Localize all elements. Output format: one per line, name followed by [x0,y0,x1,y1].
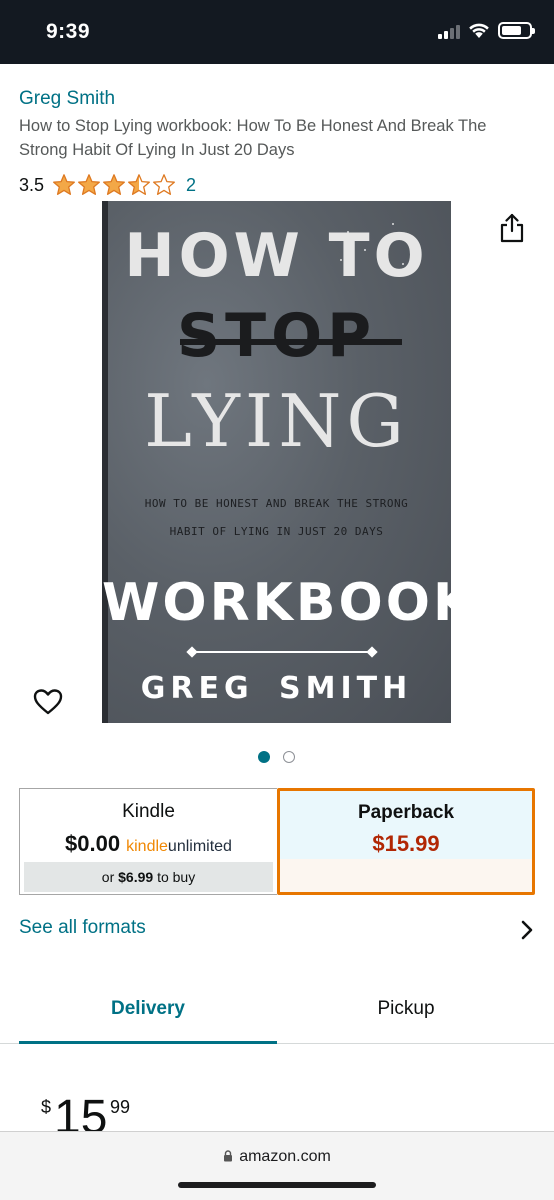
status-icons [438,22,535,39]
paperback-label: Paperback [357,802,455,823]
star-half-icon [128,174,150,195]
book-cover-image[interactable]: HOW TO STOP LYING HOW TO BE HONEST AND B… [102,201,451,723]
url-display[interactable]: amazon.com [0,1148,554,1166]
cover-subtitle-line2: HABIT OF LYING IN JUST 20 DAYS [169,525,384,538]
cover-subtitle-line1: HOW TO BE HONEST AND BREAK THE STRONG [144,497,409,510]
format-kindle[interactable]: Kindle $0.00 kindleunlimited or $6.99 to … [19,788,277,895]
author-link[interactable]: Greg Smith [19,88,115,110]
star-full-icon [103,174,125,195]
delivery-price: $ 15 99 [41,1093,241,1133]
tab-active-indicator [19,1041,277,1044]
paperback-price: $15.99 [372,831,440,856]
cover-title-line1: HOW TO [124,221,429,291]
cover-strikethrough [180,339,402,345]
rating-count-link[interactable]: 2 [186,175,196,196]
kindle-price-row: $0.00 kindleunlimited [20,831,277,857]
star-empty-icon [153,174,175,195]
kindle-buy-price: $6.99 [118,869,154,885]
carousel-dot[interactable] [283,751,295,763]
price-whole: 15 [54,1093,108,1133]
home-indicator[interactable] [178,1182,376,1188]
wifi-icon [469,23,489,38]
heart-icon[interactable] [33,688,63,716]
star-full-icon [78,174,100,195]
url-text: amazon.com [239,1148,331,1165]
cover-title-line2: STOP [176,301,377,371]
format-paperback[interactable]: Paperback $15.99 [277,788,535,895]
cover-divider [192,651,372,653]
chevron-right-icon[interactable] [519,919,535,941]
kindle-buy-strip[interactable]: or $6.99 to buy [24,862,273,892]
buy-suffix: to buy [157,869,196,885]
product-title: How to Stop Lying workbook: How To Be Ho… [19,117,487,159]
buy-prefix: or [101,869,115,885]
cover-author: GREG SMITH [140,671,413,706]
lock-icon [224,1150,233,1162]
see-all-formats-link[interactable]: See all formats [19,917,146,939]
star-full-icon [53,174,75,195]
cover-title-line3: LYING [144,379,409,463]
battery-icon [498,22,535,39]
price-symbol: $ [41,1097,52,1117]
cover-workbook: WORKBOOK [102,573,451,633]
kindle-unlimited-logo: kindle [126,838,168,855]
kindle-label: Kindle [122,801,175,822]
status-time: 9:39 [46,20,91,43]
kindle-unlimited-text: unlimited [167,838,232,855]
cellular-signal-icon [438,23,460,39]
carousel-indicator[interactable] [258,751,295,763]
browser-address-bar[interactable]: amazon.com [0,1131,554,1200]
tab-delivery[interactable]: Delivery [19,998,277,1020]
status-bar: 9:39 [0,0,554,64]
rating-row[interactable]: 3.5 2 [19,173,196,197]
rating-value: 3.5 [19,174,45,195]
kindle-price: $0.00 [65,831,121,856]
share-icon[interactable] [498,212,526,244]
star-rating [52,173,176,197]
tab-pickup[interactable]: Pickup [277,998,535,1020]
carousel-dot[interactable] [258,751,270,763]
price-fraction: 99 [110,1097,131,1117]
